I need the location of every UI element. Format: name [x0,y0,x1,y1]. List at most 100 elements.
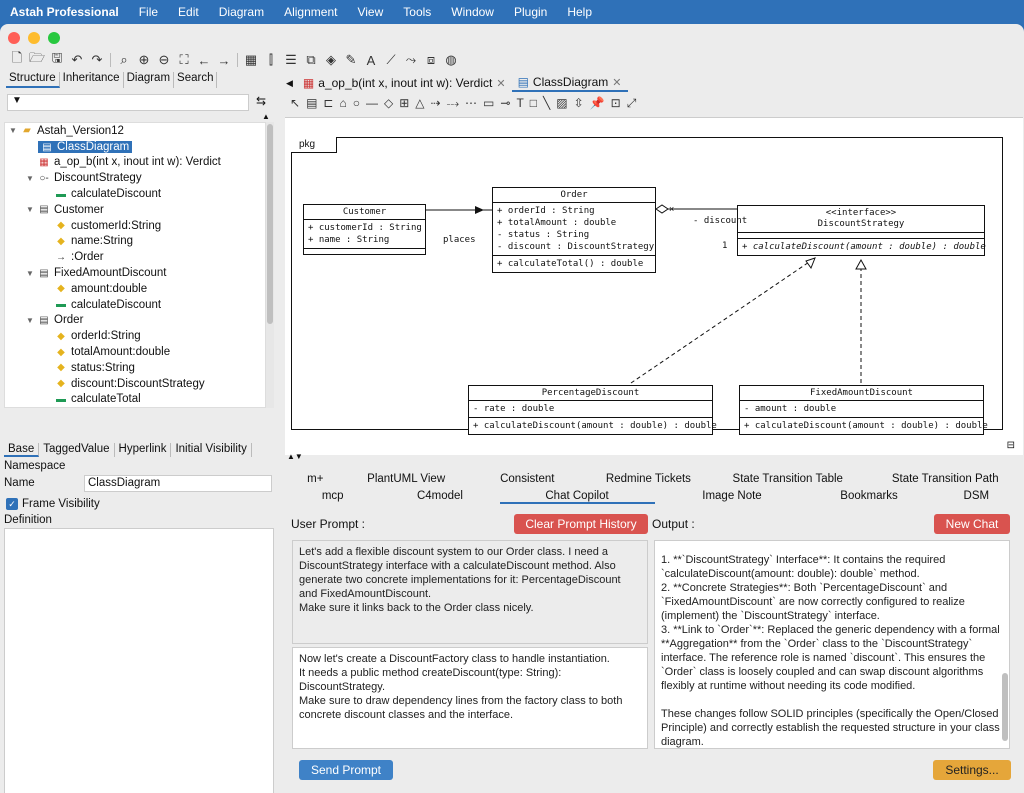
expand-icon[interactable]: ⤢ [627,96,637,111]
zoom-window-button[interactable] [48,32,60,44]
menu-help[interactable]: Help [567,5,592,19]
expand-toggle-icon[interactable]: ▼ [26,205,38,214]
tree-item[interactable]: ◆ name:String [5,234,265,250]
tab-search[interactable]: Search [174,72,218,88]
tree-item[interactable]: →:Order [5,249,265,265]
prompt-input[interactable]: Now let's create a DiscountFactory class… [292,647,648,749]
tab-base[interactable]: Base [4,443,40,457]
tree-item[interactable]: ▬ calculateDiscount [5,297,265,313]
tab-scroll-left-icon[interactable]: ◀ [286,78,293,89]
tree-filter-input[interactable]: ▼ [7,94,249,111]
tab-dsm[interactable]: DSM [929,488,1024,504]
globe-icon[interactable]: ◍ [444,52,458,67]
output-area[interactable]: 1. **`DiscountStrategy` Interface**: It … [654,540,1010,749]
zoom-in-icon[interactable]: ⊕ [137,52,151,67]
fill-color-icon[interactable]: ◈ [324,52,338,67]
image-tool-icon[interactable]: ▨ [556,96,567,110]
tree-item[interactable]: ▼ ▤ Customer [5,202,265,218]
menu-view[interactable]: View [357,5,383,19]
tab-c4model[interactable]: C4model [380,488,499,504]
tree-item[interactable]: ▦ a_op_b(int x, inout int w): Verdict [5,155,265,171]
frame-visibility-checkbox[interactable]: ✓ [6,498,18,510]
settings-button[interactable]: Settings... [933,760,1011,780]
tab-redmine-tickets[interactable]: Redmine Tickets [588,471,709,487]
tree-item[interactable]: ▬ calculateTotal [5,392,265,407]
close-icon[interactable]: ✕ [612,76,621,89]
note-tool-icon[interactable]: ▭ [483,96,494,110]
line-style-icon[interactable]: ⟋ [384,52,398,67]
tree-item[interactable]: ◆ amount:double [5,281,265,297]
tab-hyperlink[interactable]: Hyperlink [115,443,172,457]
tab-inheritance[interactable]: Inheritance [60,72,124,88]
subsystem-tool-icon[interactable]: ⌂ [339,96,346,110]
tree-item[interactable]: ◆ discount:DiscountStrategy [5,376,265,392]
output-scrollbar[interactable] [1002,673,1008,741]
tab-diagram[interactable]: Diagram [124,72,175,88]
zoom-out-icon[interactable]: ⊖ [157,52,171,67]
dependency-tool-icon[interactable]: ⇢ [431,96,441,110]
menu-diagram[interactable]: Diagram [219,5,264,19]
menu-tools[interactable]: Tools [403,5,431,19]
expand-toggle-icon[interactable]: ▼ [26,174,38,183]
association-tool-icon[interactable]: — [366,96,378,110]
tab-structure[interactable]: Structure [6,72,60,88]
connector-icon[interactable]: ⤳ [404,52,418,67]
name-field[interactable]: ClassDiagram [84,475,272,492]
tree-item[interactable]: ◆ totalAmount:double [5,344,265,360]
anchor-tool-icon[interactable]: ⊸ [500,96,510,110]
tree-item[interactable]: ▤ ClassDiagram [5,139,265,155]
collapse-arrow-icon[interactable]: ▲ [262,112,270,121]
undo-icon[interactable]: ↶ [70,52,84,67]
back-icon[interactable]: ← [197,53,211,68]
clear-history-button[interactable]: Clear Prompt History [514,514,648,534]
save-icon[interactable]: 🖫 [50,50,64,67]
tab-state-transition-path[interactable]: State Transition Path [866,471,1023,487]
usage-tool-icon[interactable]: ⋯ [465,96,477,110]
send-prompt-button[interactable]: Send Prompt [299,760,393,780]
font-color-icon[interactable]: A [364,53,378,68]
close-window-button[interactable] [8,32,20,44]
tab-ctd-diagram[interactable]: ▦ a_op_b(int x, inout int w): Verdict ✕ [297,74,512,92]
fit-view-icon[interactable]: ⛶ [177,52,191,67]
new-file-icon[interactable]: 🗋 [10,50,24,67]
rectangle-tool-icon[interactable]: □ [530,96,537,110]
text-tool-icon[interactable]: T [516,96,523,110]
class-customer[interactable]: Customer + customerId : String + name : … [303,204,426,255]
minimize-window-button[interactable] [28,32,40,44]
close-icon[interactable]: ✕ [496,77,505,90]
select-tool-icon[interactable]: ↖ [290,96,300,110]
menu-plugin[interactable]: Plugin [514,5,547,19]
tree-scrollbar[interactable] [266,122,274,408]
tree-item[interactable]: ◆ orderId:String [5,328,265,344]
tree-item[interactable]: ▼ ▤ Order [5,313,265,329]
expand-toggle-icon[interactable]: ▼ [26,269,38,278]
attribute-tool-icon[interactable]: ⊞ [399,96,409,110]
realization-tool-icon[interactable]: ⤏ [447,96,459,111]
tree-item[interactable]: ▼ ▤ FixedAmountDiscount [5,265,265,281]
class-fixed-amount-discount[interactable]: FixedAmountDiscount - amount : double + … [739,385,988,435]
copy-style-icon[interactable]: ⧈ [424,52,438,67]
class-order[interactable]: Order + orderId : String + totalAmount :… [492,187,656,273]
grid-icon[interactable]: ▦ [244,52,258,67]
menu-alignment[interactable]: Alignment [284,5,337,19]
package-tool-icon[interactable]: ⊏ [323,96,333,110]
tab-bookmarks[interactable]: Bookmarks [809,488,928,504]
tab-mplus[interactable]: m+ [285,471,346,487]
expand-toggle-icon[interactable]: ▼ [9,126,21,135]
tree-item[interactable]: ▬ calculateDiscount [5,186,265,202]
tab-consistent[interactable]: Consistent [467,471,588,487]
interface-discount-strategy[interactable]: <<interface>> DiscountStrategy + calcula… [737,205,986,256]
tab-image-note[interactable]: Image Note [655,488,810,504]
class-tool-icon[interactable]: ▤ [306,96,317,110]
tab-chat-copilot[interactable]: Chat Copilot [499,488,655,504]
diagram-canvas[interactable]: × pkg Customer + customerId : String + n… [285,117,1023,455]
aggregation-tool-icon[interactable]: ◇ [384,96,393,110]
menu-window[interactable]: Window [451,5,494,19]
new-chat-button[interactable]: New Chat [934,514,1010,534]
sync-icon[interactable]: ⇆ [256,94,266,108]
tab-plantuml-view[interactable]: PlantUML View [346,471,467,487]
line-tool-icon[interactable]: ╲ [543,96,550,110]
tab-class-diagram[interactable]: ▤ ClassDiagram ✕ [511,74,628,92]
pin-icon[interactable]: 📌 [590,96,605,110]
tree-item[interactable]: ◆ status:String [5,360,265,376]
